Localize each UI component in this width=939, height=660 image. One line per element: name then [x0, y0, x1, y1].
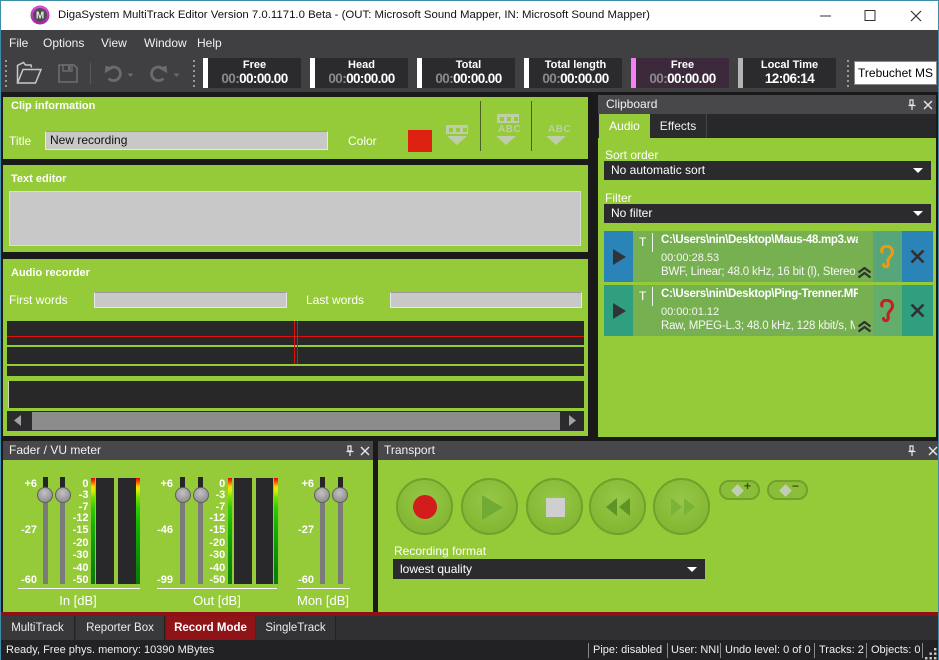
- svg-text:M: M: [36, 11, 44, 22]
